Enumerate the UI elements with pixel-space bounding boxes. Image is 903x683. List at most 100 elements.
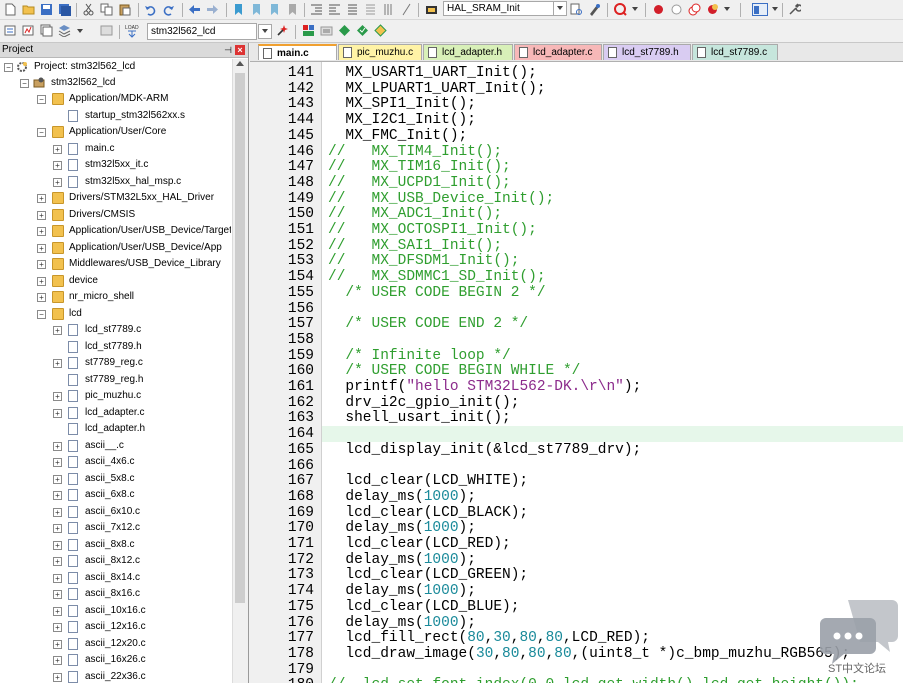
expand-icon[interactable]: + bbox=[37, 293, 46, 302]
code-editor[interactable]: 141 142 143 144 145 146 147 148 149 150 151 152 153 1… bbox=[250, 62, 903, 683]
code-line[interactable]: MX_SPI1_Init(); bbox=[328, 97, 476, 113]
tab-lcd-adapter-h[interactable]: lcd_adapter.h bbox=[423, 44, 513, 60]
file-extensions-icon[interactable] bbox=[302, 24, 315, 37]
window-layout-icon[interactable] bbox=[752, 3, 768, 16]
tab-pic-muzhu-c[interactable]: pic_muzhu.c bbox=[338, 44, 422, 60]
code-line[interactable]: // MX_USB_Device_Init(); bbox=[328, 191, 554, 208]
expand-icon[interactable]: + bbox=[53, 161, 62, 170]
disable-breakpoint-icon[interactable] bbox=[670, 3, 683, 16]
next-bookmark-icon[interactable] bbox=[268, 3, 281, 16]
code-line[interactable] bbox=[328, 427, 345, 443]
batch-build-dropdown[interactable] bbox=[74, 25, 83, 37]
code-line[interactable]: lcd_clear(LCD_GREEN); bbox=[328, 568, 528, 584]
expand-icon[interactable]: + bbox=[53, 672, 62, 682]
find-in-files-icon[interactable] bbox=[425, 3, 438, 16]
uncomment-icon[interactable] bbox=[364, 3, 377, 16]
find-icon[interactable] bbox=[570, 3, 583, 16]
expand-icon[interactable]: + bbox=[53, 557, 62, 566]
project-scrollbar[interactable] bbox=[232, 59, 248, 683]
expand-icon[interactable]: + bbox=[37, 260, 46, 269]
format-icon[interactable] bbox=[382, 3, 395, 16]
find-combo-dropdown[interactable] bbox=[553, 1, 567, 16]
code-line[interactable]: lcd_display_init(&lcd_st7789_drv); bbox=[328, 442, 641, 459]
code-line[interactable]: /* USER CODE BEGIN WHILE */ bbox=[328, 363, 580, 380]
code-line[interactable]: // MX_TIM16_Init(); bbox=[328, 159, 511, 176]
tab-lcd-adapter-c[interactable]: lcd_adapter.c bbox=[514, 44, 602, 60]
build-icon[interactable] bbox=[22, 24, 35, 37]
expand-icon[interactable]: + bbox=[53, 606, 62, 616]
tab-lcd-st7789-h[interactable]: lcd_st7789.h bbox=[603, 44, 691, 60]
rebuild-icon[interactable] bbox=[40, 24, 53, 37]
stop-build-icon[interactable] bbox=[100, 24, 113, 37]
code-line[interactable]: lcd_clear(LCD_RED); bbox=[328, 536, 510, 553]
code-line[interactable]: delay_ms(1000); bbox=[328, 552, 476, 569]
expand-icon[interactable]: + bbox=[53, 441, 62, 451]
indent-icon[interactable] bbox=[310, 3, 323, 16]
options-for-target-icon[interactable] bbox=[276, 24, 289, 37]
expand-icon[interactable]: + bbox=[37, 194, 46, 203]
undo-icon[interactable] bbox=[144, 3, 157, 16]
rte-icon[interactable] bbox=[374, 24, 387, 37]
navigate-forward-icon[interactable] bbox=[206, 3, 219, 16]
expand-icon[interactable]: + bbox=[37, 227, 46, 236]
pack-installer-icon[interactable] bbox=[338, 24, 351, 37]
configure-icon[interactable] bbox=[788, 3, 801, 16]
code-line[interactable]: // lcd_set_font_index(0,0,lcd_get_width(… bbox=[328, 677, 859, 683]
prev-bookmark-icon[interactable] bbox=[250, 3, 263, 16]
open-folder-icon[interactable] bbox=[22, 3, 35, 16]
collapse-icon[interactable]: − bbox=[37, 128, 46, 137]
code-line[interactable]: MX_LPUART1_UART_Init(); bbox=[328, 81, 545, 98]
debug-session-icon[interactable] bbox=[614, 3, 627, 16]
code-line[interactable]: MX_I2C1_Init(); bbox=[328, 112, 476, 129]
scroll-up-icon[interactable] bbox=[236, 61, 244, 66]
target-select[interactable]: stm32l562_lcd bbox=[147, 23, 257, 40]
clear-bookmarks-icon[interactable] bbox=[286, 3, 299, 16]
expand-icon[interactable]: + bbox=[53, 359, 62, 368]
scrollbar-thumb[interactable] bbox=[235, 73, 245, 603]
code-line[interactable]: delay_ms(1000); bbox=[328, 583, 476, 600]
code-line[interactable]: lcd_clear(LCD_BLACK); bbox=[328, 505, 528, 522]
code-line[interactable]: printf("hello STM32L562-DK.\r\n"); bbox=[328, 379, 641, 396]
code-line[interactable]: // MX_OCTOSPI1_Init(); bbox=[328, 222, 537, 239]
code-line[interactable]: /* USER CODE END 2 */ bbox=[328, 316, 528, 333]
expand-icon[interactable]: + bbox=[37, 276, 46, 286]
code-line[interactable]: MX_USART1_UART_Init(); bbox=[328, 65, 536, 82]
expand-icon[interactable]: + bbox=[53, 326, 62, 335]
find-combo[interactable]: HAL_SRAM_Init bbox=[443, 1, 567, 16]
format-slash-icon[interactable] bbox=[400, 3, 413, 16]
copy-icon[interactable] bbox=[100, 3, 113, 16]
code-line[interactable]: lcd_draw_image(30,80,80,80,(uint8_t *)c_… bbox=[328, 646, 850, 663]
code-line[interactable]: // MX_ADC1_Init(); bbox=[328, 206, 502, 223]
collapse-icon[interactable]: − bbox=[20, 79, 29, 88]
code-line[interactable]: // MX_UCPD1_Init(); bbox=[328, 175, 511, 192]
target-select-dropdown[interactable] bbox=[258, 24, 272, 39]
save-icon[interactable] bbox=[40, 3, 53, 16]
expand-icon[interactable]: + bbox=[37, 243, 46, 253]
collapse-icon[interactable]: − bbox=[4, 63, 13, 72]
expand-icon[interactable]: + bbox=[53, 507, 62, 517]
new-file-icon[interactable] bbox=[4, 3, 17, 16]
breakpoint-icon[interactable] bbox=[652, 3, 665, 16]
code-line[interactable]: delay_ms(1000); bbox=[328, 520, 476, 537]
expand-icon[interactable]: + bbox=[53, 590, 62, 599]
expand-icon[interactable]: + bbox=[53, 540, 62, 550]
translate-icon[interactable] bbox=[4, 24, 17, 37]
collapse-icon[interactable]: − bbox=[37, 309, 46, 319]
expand-icon[interactable]: + bbox=[53, 408, 62, 418]
expand-icon[interactable]: + bbox=[37, 210, 46, 220]
code-line[interactable]: lcd_clear(LCD_WHITE); bbox=[328, 473, 528, 490]
save-all-icon[interactable] bbox=[58, 3, 71, 16]
comment-icon[interactable] bbox=[346, 3, 359, 16]
manage-components-icon[interactable] bbox=[320, 24, 333, 37]
expand-icon[interactable]: + bbox=[53, 524, 62, 533]
expand-icon[interactable]: + bbox=[53, 573, 62, 583]
code-line[interactable]: MX_FMC_Init(); bbox=[328, 128, 467, 145]
expand-icon[interactable]: + bbox=[53, 639, 62, 649]
kill-breakpoints-icon[interactable] bbox=[706, 3, 719, 16]
debug-dropdown[interactable] bbox=[629, 3, 638, 15]
window-layout-dropdown[interactable] bbox=[769, 3, 778, 15]
breakpoints-dropdown[interactable] bbox=[721, 3, 730, 15]
cut-icon[interactable] bbox=[82, 3, 95, 16]
code-line[interactable]: /* USER CODE BEGIN 2 */ bbox=[328, 285, 545, 302]
code-line[interactable]: delay_ms(1000); bbox=[328, 489, 476, 506]
